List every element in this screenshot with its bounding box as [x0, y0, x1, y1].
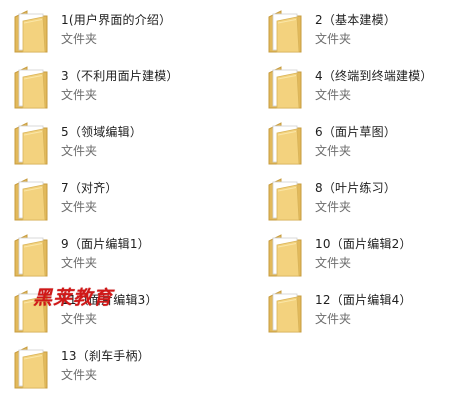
folder-icon	[268, 64, 304, 110]
folder-type-label: 文件夹	[61, 368, 98, 382]
folder-content-view: 1(用户界面的介绍） 文件夹 2（基本建模） 文件夹 3（不利用面片建模） 文件…	[0, 0, 451, 401]
folder-name: 13（刹车手柄）	[61, 349, 150, 363]
watermark-overlay: 黑莱教育	[33, 287, 114, 309]
folder-item[interactable]: 5（领域编辑） 文件夹	[14, 120, 224, 170]
folder-icon	[14, 176, 50, 222]
folder-name: 9（面片编辑1）	[61, 237, 150, 251]
folder-icon	[268, 120, 304, 166]
folder-name: 12（面片编辑4）	[315, 293, 412, 307]
folder-icon	[268, 8, 304, 54]
folder-name: 10（面片编辑2）	[315, 237, 412, 251]
folder-name: 2（基本建模）	[315, 13, 397, 27]
folder-type-label: 文件夹	[315, 88, 352, 102]
folder-name: 7（对齐）	[61, 181, 118, 195]
folder-item[interactable]: 6（面片草图） 文件夹	[268, 120, 451, 170]
folder-item[interactable]: 9（面片编辑1） 文件夹	[14, 232, 224, 282]
folder-item[interactable]: 13（刹车手柄） 文件夹	[14, 344, 224, 394]
folder-type-label: 文件夹	[315, 200, 352, 214]
folder-name: 8（叶片练习）	[315, 181, 397, 195]
folder-type-label: 文件夹	[315, 312, 352, 326]
folder-icon	[14, 8, 50, 54]
folder-type-label: 文件夹	[315, 32, 352, 46]
folder-name: 5（领域编辑）	[61, 125, 143, 139]
folder-type-label: 文件夹	[315, 256, 352, 270]
folder-item[interactable]: 2（基本建模） 文件夹	[268, 8, 451, 58]
folder-type-label: 文件夹	[315, 144, 352, 158]
folder-name: 4（终端到终端建模）	[315, 69, 433, 83]
folder-item[interactable]: 8（叶片练习） 文件夹	[268, 176, 451, 226]
folder-name: 3（不利用面片建模）	[61, 69, 179, 83]
folder-item[interactable]: 7（对齐） 文件夹	[14, 176, 224, 226]
folder-type-label: 文件夹	[61, 312, 98, 326]
folder-icon	[268, 288, 304, 334]
folder-name: 6（面片草图）	[315, 125, 397, 139]
folder-item[interactable]: 3（不利用面片建模） 文件夹	[14, 64, 224, 114]
folder-icon	[14, 64, 50, 110]
folder-icon	[14, 344, 50, 390]
folder-type-label: 文件夹	[61, 88, 98, 102]
folder-type-label: 文件夹	[61, 32, 98, 46]
folder-icon	[268, 232, 304, 278]
folder-item[interactable]: 10（面片编辑2） 文件夹	[268, 232, 451, 282]
folder-item[interactable]: 4（终端到终端建模） 文件夹	[268, 64, 451, 114]
folder-icon	[268, 176, 304, 222]
folder-item[interactable]: 1(用户界面的介绍） 文件夹	[14, 8, 224, 58]
folder-icon	[14, 120, 50, 166]
folder-name: 1(用户界面的介绍）	[61, 13, 172, 27]
folder-item[interactable]: 12（面片编辑4） 文件夹	[268, 288, 451, 338]
folder-type-label: 文件夹	[61, 144, 98, 158]
folder-type-label: 文件夹	[61, 256, 98, 270]
folder-icon	[14, 232, 50, 278]
folder-type-label: 文件夹	[61, 200, 98, 214]
